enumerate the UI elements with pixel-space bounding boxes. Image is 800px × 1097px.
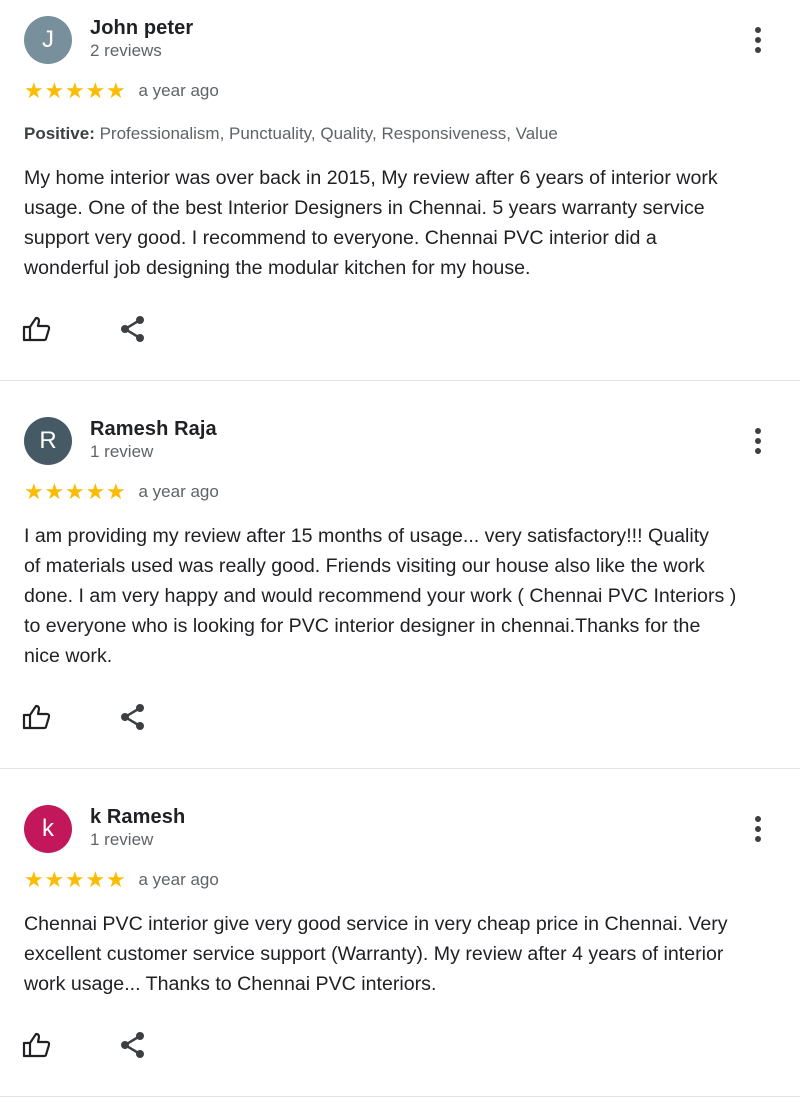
thumbs-up-icon — [22, 316, 52, 347]
review-list: J John peter 2 reviews ★ ★ ★ ★ ★ a year ago … — [0, 0, 800, 1097]
star-rating: ★ ★ ★ ★ ★ — [24, 79, 127, 103]
review-text-line: support very good. I recommend to everyo… — [24, 227, 657, 249]
review-actions — [22, 315, 776, 348]
share-button[interactable] — [118, 1031, 148, 1064]
review-text-line: I am providing my review after 15 months… — [24, 525, 709, 547]
review-count: 2 reviews — [90, 41, 162, 60]
star-icon: ★ — [106, 479, 126, 504]
star-rating: ★ ★ ★ ★ ★ — [24, 480, 127, 504]
review-text-line: of materials used was really good. Frien… — [24, 555, 705, 577]
share-icon — [120, 1031, 146, 1064]
star-icon: ★ — [85, 867, 106, 892]
review-card: J John peter 2 reviews ★ ★ ★ ★ ★ a year ago … — [0, 0, 800, 381]
review-count: 1 review — [90, 442, 154, 461]
review-header: k k Ramesh 1 review — [24, 805, 776, 853]
star-icon: ★ — [44, 867, 65, 892]
like-button[interactable] — [22, 704, 52, 734]
rating-row: ★ ★ ★ ★ ★ a year ago — [24, 79, 776, 103]
share-icon — [120, 315, 146, 348]
star-icon: ★ — [85, 479, 106, 504]
star-icon: ★ — [65, 479, 85, 504]
review-text-line: My home interior was over back in 2015, … — [24, 167, 718, 189]
review-text-line: usage. One of the best Interior Designer… — [24, 197, 705, 219]
review-text-line: done. I am very happy and would recommen… — [24, 585, 737, 607]
positive-attributes: Positive: Professionalism, Punctuality, … — [24, 122, 776, 146]
review-text-line: Chennai PVC interior give very good serv… — [24, 913, 728, 935]
review-text-line: to everyone who is looking for PVC inter… — [24, 615, 701, 637]
positive-values: Professionalism, Punctuality, Quality, R… — [94, 124, 558, 143]
avatar[interactable]: R — [24, 417, 72, 465]
more-options-icon[interactable] — [746, 16, 770, 64]
share-button[interactable] — [118, 703, 148, 736]
star-icon: ★ — [85, 78, 106, 103]
reviewer-name[interactable]: John peter — [90, 16, 193, 40]
reviewer-name[interactable]: Ramesh Raja — [90, 417, 217, 441]
star-rating: ★ ★ ★ ★ ★ — [24, 868, 127, 892]
review-header: J John peter 2 reviews — [24, 16, 776, 64]
avatar[interactable]: k — [24, 805, 72, 853]
share-button[interactable] — [118, 315, 148, 348]
review-time: a year ago — [138, 870, 219, 889]
star-icon: ★ — [106, 867, 126, 892]
share-icon — [120, 703, 146, 736]
like-button[interactable] — [22, 1032, 52, 1062]
review-text-line: wonderful job designing the modular kitc… — [24, 257, 531, 279]
review-card: R Ramesh Raja 1 review ★ ★ ★ ★ ★ a year ago … — [0, 381, 800, 769]
review-text: My home interior was over back in 2015, … — [24, 163, 776, 283]
review-text-line: excellent customer service support (Warr… — [24, 943, 724, 965]
more-options-icon[interactable] — [746, 805, 770, 853]
review-text-line: nice work. — [24, 645, 113, 667]
rating-row: ★ ★ ★ ★ ★ a year ago — [24, 868, 776, 892]
like-button[interactable] — [22, 316, 52, 346]
reviewer-name[interactable]: k Ramesh — [90, 805, 185, 829]
star-icon: ★ — [24, 479, 44, 504]
review-text-line: work usage... Thanks to Chennai PVC inte… — [24, 973, 437, 995]
review-actions — [22, 1031, 776, 1064]
star-icon: ★ — [65, 78, 85, 103]
review-time: a year ago — [138, 81, 219, 100]
more-options-icon[interactable] — [746, 417, 770, 465]
avatar[interactable]: J — [24, 16, 72, 64]
star-icon: ★ — [44, 78, 65, 103]
rating-row: ★ ★ ★ ★ ★ a year ago — [24, 480, 776, 504]
review-time: a year ago — [138, 482, 219, 501]
star-icon: ★ — [65, 867, 85, 892]
review-text: I am providing my review after 15 months… — [24, 521, 776, 671]
thumbs-up-icon — [22, 704, 52, 735]
review-card: k k Ramesh 1 review ★ ★ ★ ★ ★ a year ago Che… — [0, 769, 800, 1097]
star-icon: ★ — [24, 867, 44, 892]
positive-label: Positive: — [24, 124, 95, 143]
thumbs-up-icon — [22, 1032, 52, 1063]
review-actions — [22, 703, 776, 736]
review-header: R Ramesh Raja 1 review — [24, 417, 776, 465]
star-icon: ★ — [106, 78, 126, 103]
review-count: 1 review — [90, 830, 154, 849]
review-text: Chennai PVC interior give very good serv… — [24, 909, 776, 999]
star-icon: ★ — [24, 78, 44, 103]
star-icon: ★ — [44, 479, 65, 504]
